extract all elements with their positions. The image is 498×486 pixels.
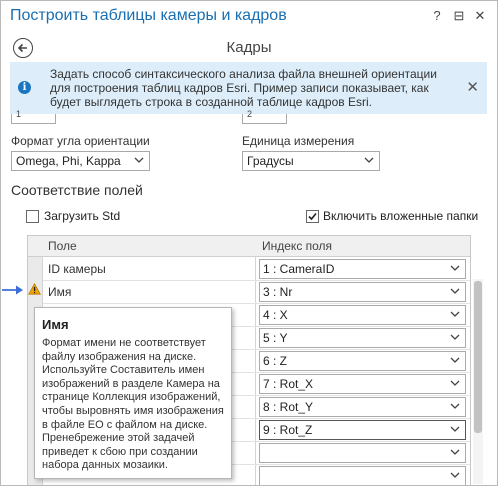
- field-index-value: 8 : Rot_Y: [263, 400, 314, 414]
- field-index-value: 4 : X: [263, 308, 288, 322]
- table-row[interactable]: Имя 3 : Nr: [28, 280, 470, 304]
- checkmark-icon: [308, 212, 317, 221]
- field-name: ID камеры: [48, 262, 106, 276]
- column-header-index[interactable]: Индекс поля: [262, 239, 332, 253]
- column-header-field[interactable]: Поле: [48, 239, 77, 253]
- field-mapping-heading: Соответствие полей: [11, 182, 143, 198]
- field-index-value: 3 : Nr: [263, 285, 293, 299]
- scrollbar-thumb[interactable]: [474, 281, 482, 433]
- chevron-down-icon: [450, 426, 460, 432]
- chevron-down-icon: [450, 288, 460, 294]
- partial-dropdown-right-value: 2: [247, 109, 253, 119]
- field-index-value: 1 : CameraID: [263, 262, 335, 276]
- row-header[interactable]: [28, 257, 43, 280]
- field-index-dropdown[interactable]: 1 : CameraID: [259, 259, 466, 279]
- dialog-window: Построить таблицы камеры и кадров ? ⊟ ✕ …: [0, 0, 498, 486]
- page-title: Кадры: [226, 39, 272, 56]
- chevron-down-icon: [450, 380, 460, 386]
- chevron-down-icon: [450, 334, 460, 340]
- units-value: Градусы: [247, 154, 294, 168]
- field-name: Имя: [48, 285, 72, 299]
- tooltip-body: Формат имени не соответствует файлу изоб…: [42, 337, 224, 472]
- load-std-checkbox[interactable]: [26, 210, 39, 223]
- units-label: Единица измерения: [242, 134, 355, 148]
- close-button[interactable]: ✕: [472, 8, 488, 24]
- chevron-down-icon: [364, 157, 374, 163]
- info-icon: i: [18, 81, 31, 94]
- field-index-dropdown[interactable]: 9 : Rot_Z: [259, 420, 466, 440]
- chevron-down-icon: [134, 157, 144, 163]
- partial-dropdown-right[interactable]: 2: [242, 109, 287, 124]
- chevron-down-icon: [450, 357, 460, 363]
- field-index-value: 6 : Z: [263, 354, 288, 368]
- pin-button[interactable]: ⊟: [451, 8, 467, 24]
- include-subfolders-label: Включить вложенные папки: [323, 209, 479, 223]
- help-button[interactable]: ?: [429, 8, 445, 24]
- chevron-down-icon: [450, 403, 460, 409]
- table-row[interactable]: ID камеры 1 : CameraID: [28, 257, 470, 281]
- info-text: Задать способ синтаксического анализа фа…: [50, 67, 437, 109]
- include-subfolders-checkbox[interactable]: [306, 210, 319, 223]
- angle-format-label: Формат угла ориентации: [11, 134, 150, 148]
- warning-icon[interactable]: [28, 283, 41, 295]
- field-index-value: 5 : Y: [263, 331, 288, 345]
- info-close-button[interactable]: ✕: [466, 78, 479, 96]
- angle-format-value: Omega, Phi, Kappa: [16, 154, 121, 168]
- chevron-down-icon: [450, 472, 460, 478]
- field-index-dropdown[interactable]: 8 : Rot_Y: [259, 397, 466, 417]
- chevron-down-icon: [450, 265, 460, 271]
- field-index-dropdown[interactable]: [259, 466, 466, 485]
- table-scrollbar[interactable]: [473, 279, 483, 484]
- field-index-value: 7 : Rot_X: [263, 377, 314, 391]
- load-std-label: Загрузить Std: [44, 209, 121, 223]
- title-bar: Построить таблицы камеры и кадров ? ⊟ ✕: [1, 1, 497, 33]
- table-header: Поле Индекс поля: [28, 236, 470, 257]
- field-index-dropdown[interactable]: 6 : Z: [259, 351, 466, 371]
- tooltip-title: Имя: [42, 317, 69, 332]
- info-banner: i Задать способ синтаксического анализа …: [10, 62, 487, 114]
- warning-tooltip: Имя Формат имени не соответствует файлу …: [34, 307, 232, 479]
- chevron-down-icon: [450, 449, 460, 455]
- units-dropdown[interactable]: Градусы: [242, 151, 380, 171]
- window-title: Построить таблицы камеры и кадров: [10, 7, 287, 24]
- partial-dropdown-left[interactable]: 1: [11, 109, 56, 124]
- chevron-down-icon: [450, 311, 460, 317]
- arrow-right-icon: [2, 285, 23, 295]
- field-index-value: 9 : Rot_Z: [263, 423, 313, 437]
- field-index-dropdown[interactable]: 5 : Y: [259, 328, 466, 348]
- partial-dropdown-left-value: 1: [16, 109, 22, 119]
- field-index-dropdown[interactable]: 4 : X: [259, 305, 466, 325]
- field-index-dropdown[interactable]: [259, 443, 466, 463]
- field-index-dropdown[interactable]: 7 : Rot_X: [259, 374, 466, 394]
- angle-format-dropdown[interactable]: Omega, Phi, Kappa: [11, 151, 150, 171]
- field-index-dropdown[interactable]: 3 : Nr: [259, 282, 466, 302]
